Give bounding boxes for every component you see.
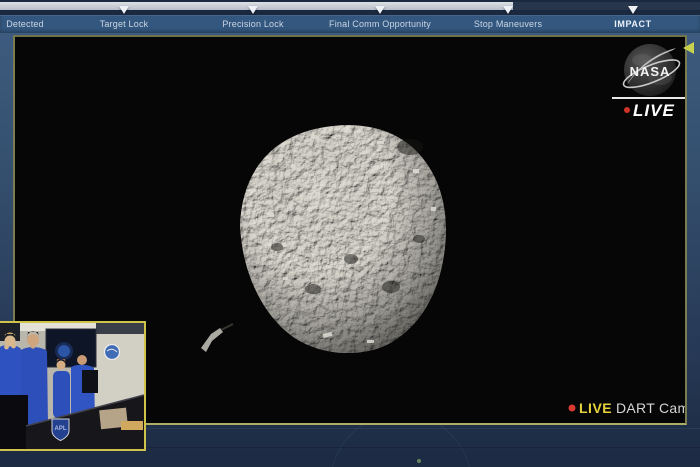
nasa-logo: NASA [620, 44, 682, 96]
milestone-marker-icon [628, 6, 638, 14]
mission-timeline-bar [0, 0, 700, 15]
debris-fragment [201, 324, 233, 352]
nasa-logo-text: NASA [630, 64, 671, 79]
desk-monitor [82, 370, 98, 393]
milestone-detected: Detected [6, 19, 44, 29]
milestone-marker-icon [375, 6, 385, 14]
milestone-impact: IMPACT [614, 19, 651, 29]
camera-badge-name: DART Cam [616, 400, 685, 416]
background-dot [417, 459, 421, 463]
camera-badge-live: LIVE [579, 400, 612, 416]
milestone-target-lock: Target Lock [100, 19, 149, 29]
dart-livestream-screen: Detected Target Lock Precision Lock Fina… [0, 0, 700, 467]
mission-control-scene: APL [0, 323, 144, 449]
record-dot-icon [569, 405, 576, 412]
milestone-marker-icon [248, 6, 258, 14]
milestone-final-comm: Final Comm Opportunity [329, 19, 431, 29]
milestone-precision-lock: Precision Lock [222, 19, 283, 29]
live-overlay-label: LIVE [633, 101, 675, 120]
wall-screen [46, 329, 96, 367]
milestone-marker-icon [503, 6, 513, 14]
apl-shield-text: APL [55, 426, 67, 432]
asteroid-dimorphos [201, 125, 446, 353]
wall-logo [105, 345, 120, 360]
mission-control-pip: APL [0, 321, 146, 451]
camera-badge: LIVE DART Cam [569, 400, 686, 416]
record-dot-icon [624, 107, 630, 113]
milestone-stop-maneuvers: Stop Maneuvers [474, 19, 542, 29]
live-divider-line [612, 97, 685, 99]
milestone-label-row: Detected Target Lock Precision Lock Fina… [0, 15, 700, 33]
frame-edge-arrow-icon [683, 42, 694, 54]
milestone-marker-icon [119, 6, 129, 14]
